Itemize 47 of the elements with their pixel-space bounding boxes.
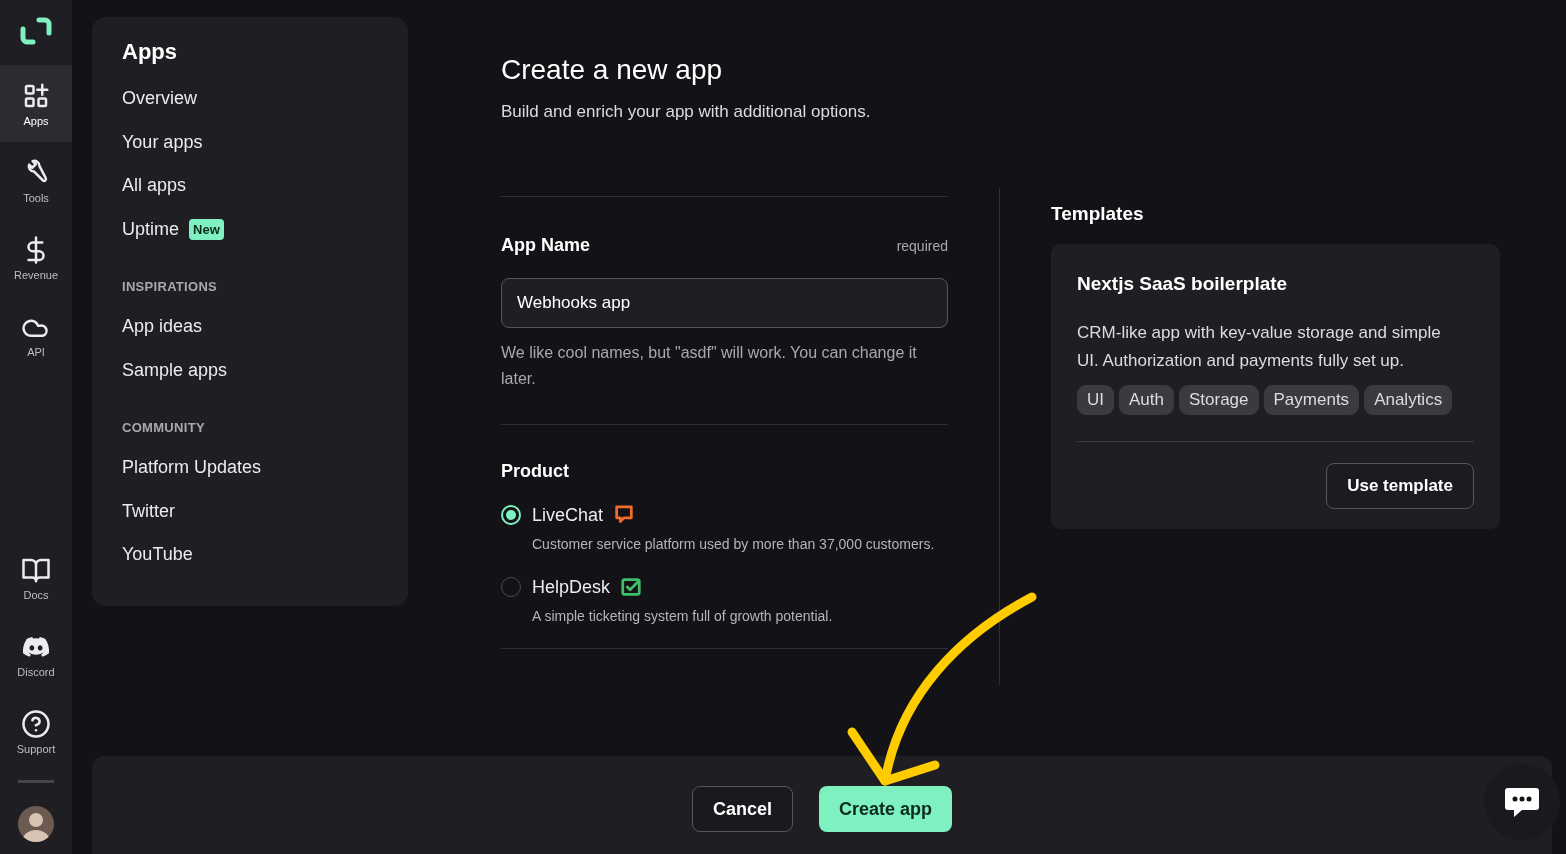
- section-label: Product: [501, 461, 570, 482]
- rail-item[interactable]: Revenue: [0, 219, 72, 296]
- rail-item[interactable]: Support: [0, 693, 72, 770]
- page-title: Create a new app: [501, 54, 724, 86]
- nav-item[interactable]: Uptime: [122, 218, 179, 240]
- feature-tag: Storage: [1179, 385, 1259, 415]
- nav-item[interactable]: Twitter: [122, 489, 378, 533]
- nav-item[interactable]: All apps: [122, 164, 378, 208]
- rail-item[interactable]: API: [0, 296, 72, 373]
- product-name[interactable]: HelpDesk: [532, 576, 611, 598]
- rail-item[interactable]: Docs: [0, 539, 72, 616]
- nav-item[interactable]: Your apps: [122, 120, 378, 164]
- template-description: CRM-like app with key-value storage and simple UI. Authorization and payments fully set up.: [1077, 322, 1442, 372]
- create-app-button[interactable]: Create app: [819, 786, 953, 832]
- rail-item[interactable]: Tools: [0, 142, 72, 219]
- feature-tag: Payments: [1263, 385, 1360, 415]
- nav-item[interactable]: YouTube: [122, 533, 378, 577]
- template-title: Nextjs SaaS boilerplate: [1077, 273, 1289, 295]
- app-name-field[interactable]: Webhooks app: [501, 278, 948, 328]
- avatar[interactable]: [18, 806, 54, 842]
- new-badge: New: [189, 218, 224, 240]
- section-heading: COMMUNITY: [122, 420, 206, 435]
- section-heading: INSPIRATIONS: [122, 279, 219, 294]
- use-template-button[interactable]: Use template: [1326, 463, 1474, 509]
- product-name[interactable]: LiveChat: [532, 504, 604, 526]
- feature-tag: UI: [1077, 385, 1114, 415]
- rail-item[interactable]: Discord: [0, 616, 72, 693]
- required-note: required: [896, 238, 948, 254]
- product-description: Customer service platform used by more than 37,000 customers.: [532, 536, 936, 552]
- nav-item[interactable]: Sample apps: [122, 348, 378, 392]
- feature-tag: Auth: [1119, 385, 1174, 415]
- rail-item[interactable]: Apps: [0, 65, 72, 142]
- help-icon: [21, 708, 51, 739]
- cancel-button[interactable]: Cancel: [691, 786, 793, 832]
- feature-tag: Analytics: [1364, 385, 1453, 415]
- field-label: App Name: [501, 235, 590, 256]
- nav-item[interactable]: App ideas: [122, 305, 378, 349]
- section-heading: Templates: [1051, 203, 1145, 225]
- chat-bubble-icon: [613, 504, 636, 526]
- checkbox-icon: [620, 576, 643, 598]
- nav-item[interactable]: Overview: [122, 77, 378, 121]
- nav-item[interactable]: Platform Updates: [122, 446, 378, 490]
- product-description: A simple ticketing system full of growth potential.: [532, 608, 834, 624]
- field-hint: We like cool names, but "asdf" will work. You can change it later.: [501, 343, 918, 389]
- logo-icon[interactable]: [20, 17, 52, 45]
- nav-title: Apps: [122, 39, 178, 65]
- page-subtitle: Build and enrich your app with additional options.: [501, 102, 872, 122]
